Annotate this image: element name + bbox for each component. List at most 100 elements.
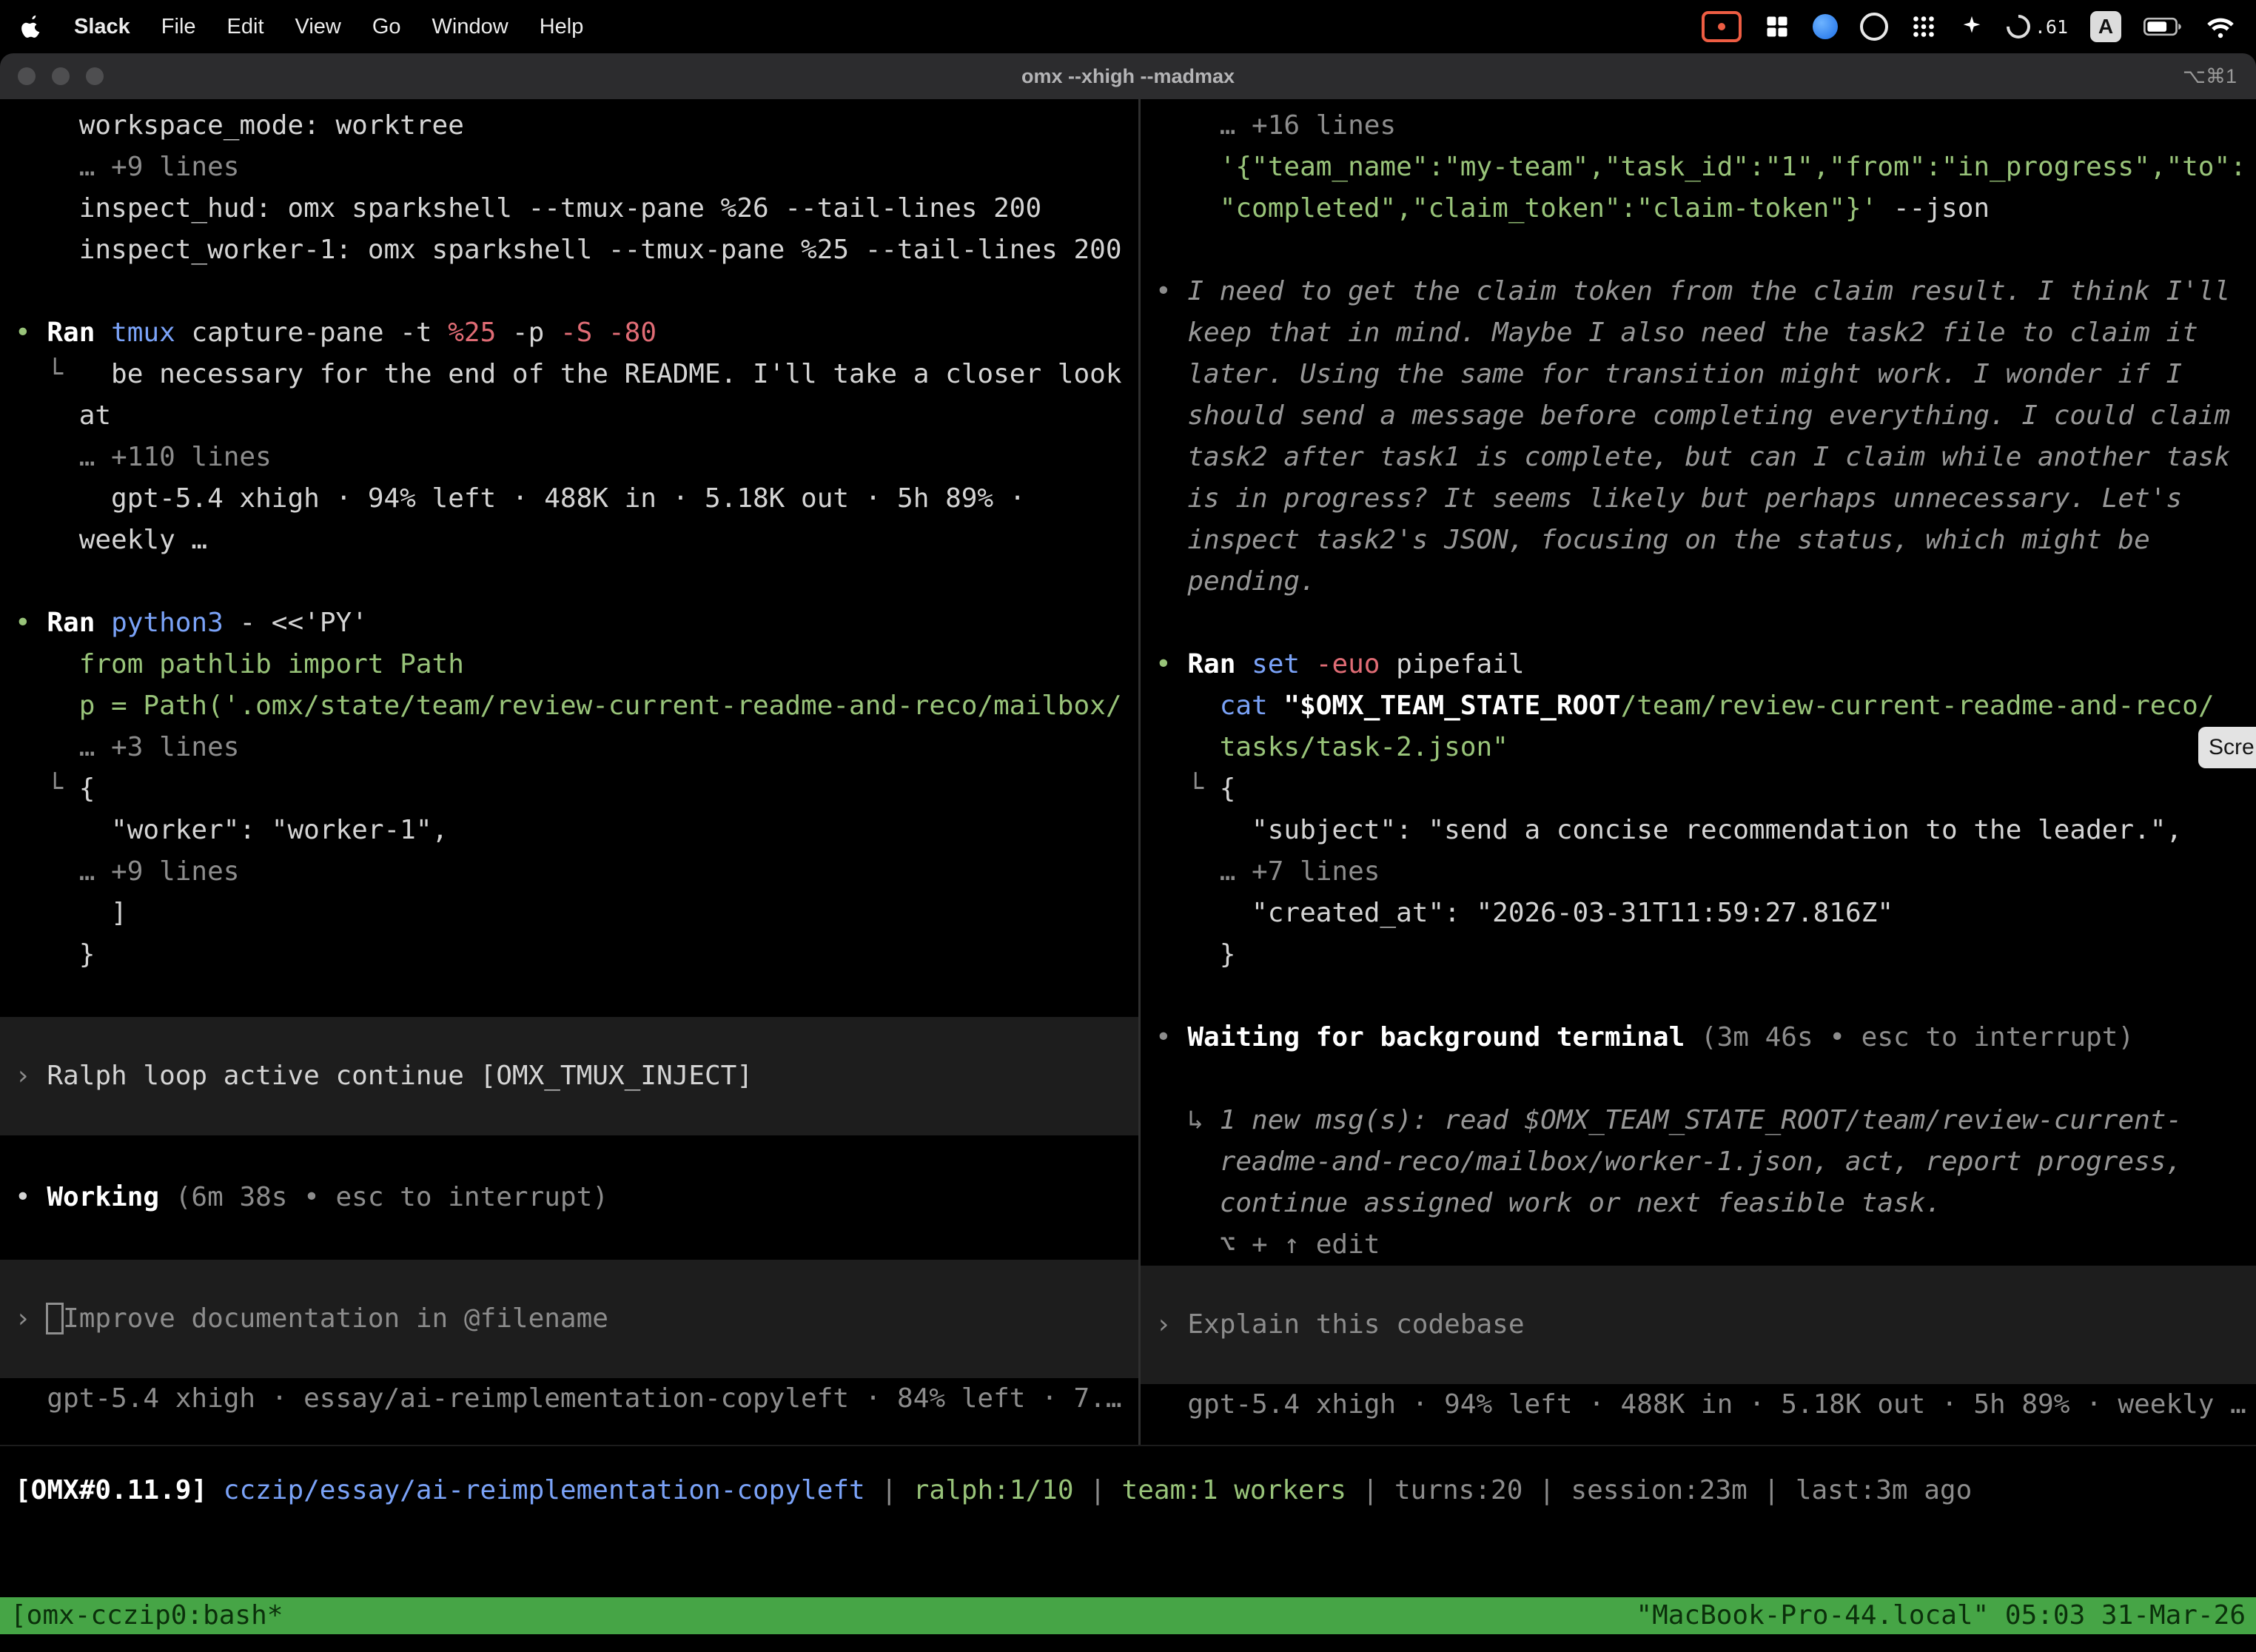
terminal-line (0, 1135, 1138, 1177)
text-segment: } (15, 939, 95, 970)
text-segment: %25 (448, 318, 512, 348)
text-segment: pipefail (1396, 649, 1524, 679)
text-segment: ↳ (1155, 1105, 1220, 1135)
text-segment: Ran (47, 608, 111, 638)
menu-app-name[interactable]: Slack (74, 15, 130, 39)
menu-help[interactable]: Help (540, 15, 584, 39)
zoom-button[interactable] (86, 67, 104, 85)
window-title: omx --xhigh --madmax (0, 65, 2256, 88)
text-segment: … +3 lines (15, 732, 239, 762)
screen-pill[interactable]: Scre (2198, 727, 2256, 768)
text-segment: workspace_mode: worktree (15, 110, 464, 141)
terminal-line: … +110 lines (0, 437, 1138, 478)
window-title-bar: omx --xhigh --madmax ⌥⌘1 (0, 53, 2256, 99)
prompt-input[interactable]: › Explain this codebase (1141, 1266, 2256, 1384)
menu-file[interactable]: File (161, 15, 196, 39)
terminal-line: readme-and-reco/mailbox/worker-1.json, a… (1141, 1141, 2256, 1183)
terminal-line: … +9 lines (0, 851, 1138, 893)
terminal-line: later. Using the same for transition mig… (1141, 354, 2256, 395)
text-segment: [OMX#0.11.9] (15, 1475, 224, 1505)
terminal-line: pending. (1141, 561, 2256, 602)
blue-app-icon[interactable] (1813, 10, 1838, 44)
text-segment: "subject": "send a concise recommendatio… (1155, 815, 2182, 845)
text-segment: ⌥ + ↑ edit (1155, 1229, 1380, 1260)
text-segment: Explain this codebase (1187, 1309, 1524, 1340)
text-segment: Waiting for background terminal (1187, 1022, 1701, 1052)
prompt-input[interactable]: › Improve documentation in @filename (0, 1260, 1138, 1378)
text-segment: • (15, 608, 47, 638)
text-segment: gpt-5.4 xhigh · 94% left · 488K in · 5.1… (15, 483, 1025, 514)
omx-status: [OMX#0.11.9] cczip/essay/ai-reimplementa… (0, 1470, 2256, 1511)
text-segment: gpt-5.4 xhigh · essay/ai-reimplementatio… (15, 1383, 1122, 1414)
input-source-letter: A (2098, 15, 2113, 38)
wifi-icon[interactable] (2206, 10, 2235, 44)
terminal-line: continue assigned work or next feasible … (1141, 1183, 2256, 1224)
text-segment: … +16 lines (1155, 110, 1396, 141)
terminal-line: p = Path('.omx/state/team/review-current… (0, 685, 1138, 727)
terminal-line: should send a message before completing … (1141, 395, 2256, 437)
ring-app-icon[interactable] (1860, 10, 1888, 44)
text-segment: keep that in mind. Maybe I also need the… (1155, 318, 2198, 348)
terminal-line: task2 after task1 is complete, but can I… (1141, 437, 2256, 478)
working-status-line: • Working (6m 38s • esc to interrupt) (0, 1177, 1138, 1218)
text-segment: Ran (47, 318, 111, 348)
menu-edit[interactable]: Edit (227, 15, 264, 39)
sparkle-app-icon[interactable] (1959, 10, 1984, 44)
terminal-line: keep that in mind. Maybe I also need the… (1141, 312, 2256, 354)
input-source-icon[interactable]: A (2090, 11, 2121, 42)
text-segment: -p (512, 318, 560, 348)
text-segment: "$OMX_TEAM_STATE_ROOT (1283, 691, 1620, 721)
pane-status-line: gpt-5.4 xhigh · essay/ai-reimplementatio… (0, 1378, 1138, 1420)
text-segment: └ (15, 359, 111, 389)
text-segment: cczip/essay/ai-reimplementation-copyleft (224, 1475, 865, 1505)
tmux-status-bar: [omx-cczip0:bash* "MacBook-Pro-44.local"… (0, 1597, 2256, 1634)
close-button[interactable] (18, 67, 36, 85)
text-segment: team:1 workers (1122, 1475, 1346, 1505)
grid-icon[interactable] (1764, 10, 1790, 44)
text-segment (47, 1303, 63, 1334)
menu-view[interactable]: View (295, 15, 341, 39)
text-segment: | (1074, 1475, 1122, 1505)
text-segment: I need to get the claim token from the c… (1187, 276, 2230, 306)
battery-icon[interactable] (2143, 10, 2183, 44)
text-segment: { (79, 773, 95, 804)
text-segment: … +9 lines (15, 856, 239, 887)
text-segment: inspect task2's JSON, focusing on the st… (1155, 525, 2150, 555)
menu-window[interactable]: Window (432, 15, 508, 39)
terminal-line: } (1141, 934, 2256, 976)
text-segment: inspect_worker-1: omx sparkshell --tmux-… (15, 235, 1122, 265)
terminal-line: at (0, 395, 1138, 437)
screen-recording-indicator-icon[interactable] (1702, 11, 1742, 42)
text-segment: python3 (111, 608, 239, 638)
terminal-line: '{"team_name":"my-team","task_id":"1","f… (1141, 147, 2256, 188)
dots-grid-icon[interactable] (1910, 10, 1937, 44)
terminal-line: • Ran tmux capture-pane -t %25 -p -S -80 (0, 312, 1138, 354)
terminal-line (1141, 229, 2256, 271)
text-segment: "completed","claim_token":"claim-token"}… (1155, 193, 1893, 224)
text-segment: { (1220, 773, 1236, 804)
terminal-line: • Ran set -euo pipefail (1141, 644, 2256, 685)
menu-go[interactable]: Go (372, 15, 401, 39)
text-segment: • (1155, 276, 1187, 306)
terminal-line: … +7 lines (1141, 851, 2256, 893)
menu-bar-left: Slack File Edit View Go Window Help (21, 10, 583, 44)
text-segment: Improve documentation in @filename (63, 1303, 608, 1334)
apple-menu-icon[interactable] (21, 10, 43, 44)
terminal-line: weekly … (0, 520, 1138, 561)
terminal-line: "subject": "send a concise recommendatio… (1141, 810, 2256, 851)
terminal-line: ⌥ + ↑ edit (1141, 1224, 2256, 1266)
gauge-icon[interactable]: .61 (2007, 10, 2068, 44)
terminal-line (1141, 1058, 2256, 1100)
window-shortcut-hint: ⌥⌘1 (2183, 65, 2237, 88)
terminal-line: tasks/task-2.json" (1141, 727, 2256, 768)
text-segment: | turns:20 | session:23m | last:3m ago (1346, 1475, 1972, 1505)
tmux-host-clock: "MacBook-Pro-44.local" 05:03 31-Mar-26 (1636, 1597, 2246, 1634)
text-segment: (6m 38s • esc to interrupt) (175, 1182, 608, 1212)
terminal-line: inspect_hud: omx sparkshell --tmux-pane … (0, 188, 1138, 229)
terminal-line: … +3 lines (0, 727, 1138, 768)
left-pane: workspace_mode: worktree … +9 lines insp… (0, 99, 1138, 1445)
minimize-button[interactable] (52, 67, 70, 85)
text-segment: weekly … (15, 525, 207, 555)
text-segment (1155, 691, 1220, 721)
terminal-line (0, 561, 1138, 602)
